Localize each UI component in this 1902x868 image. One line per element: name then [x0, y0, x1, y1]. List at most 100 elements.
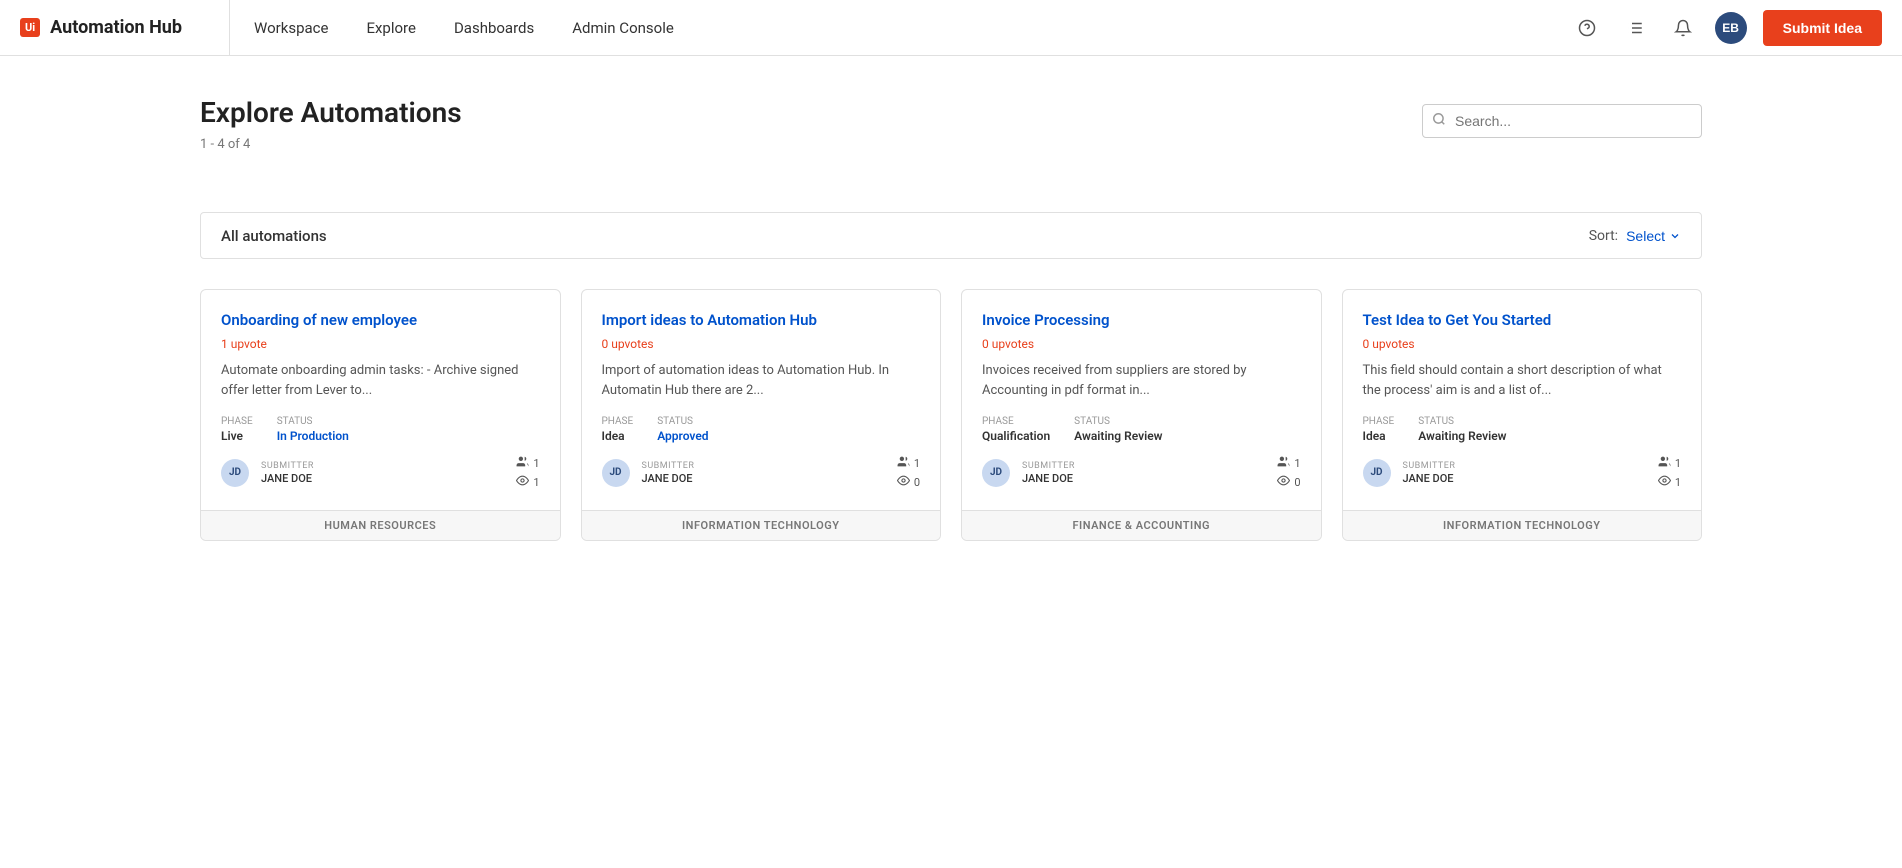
nav-dashboards[interactable]: Dashboards — [450, 19, 538, 37]
followers-icon — [516, 455, 529, 471]
views-count: 1 — [533, 476, 539, 489]
phase-label: Phase — [982, 416, 1050, 427]
card-status: Status In Production — [277, 416, 349, 443]
views-icon — [516, 474, 529, 490]
card-body: Onboarding of new employee 1 upvote Auto… — [201, 290, 560, 510]
submitter-info: SUBMITTER JANE DOE — [1403, 461, 1456, 485]
sort-select-button[interactable]: Select — [1626, 228, 1681, 244]
filter-label: All automations — [221, 227, 327, 245]
nav-admin-console[interactable]: Admin Console — [568, 19, 678, 37]
automation-card[interactable]: Test Idea to Get You Started 0 upvotes T… — [1342, 289, 1703, 541]
automation-card[interactable]: Import ideas to Automation Hub 0 upvotes… — [581, 289, 942, 541]
submitter-label: SUBMITTER — [261, 461, 314, 471]
notifications-button[interactable] — [1667, 12, 1699, 44]
main-nav: Workspace Explore Dashboards Admin Conso… — [230, 0, 1551, 55]
stat-group: 1 1 — [1658, 455, 1681, 490]
header-actions: EB Submit Idea — [1551, 10, 1902, 46]
card-title: Onboarding of new employee — [221, 310, 540, 331]
phase-value: Idea — [602, 429, 634, 443]
views-stat: 1 — [1658, 474, 1681, 490]
nav-explore[interactable]: Explore — [362, 19, 420, 37]
card-phase: Phase Idea — [1363, 416, 1395, 443]
followers-stat: 1 — [516, 455, 539, 471]
card-stats: JD SUBMITTER JANE DOE 1 — [1363, 455, 1682, 490]
submitter-name: JANE DOE — [642, 472, 695, 485]
views-stat: 0 — [897, 474, 920, 490]
automation-card[interactable]: Onboarding of new employee 1 upvote Auto… — [200, 289, 561, 541]
status-value: Awaiting Review — [1418, 429, 1506, 443]
submitter-label: SUBMITTER — [1403, 461, 1456, 471]
status-label: Status — [1418, 416, 1506, 427]
page-header-area: Explore Automations 1 - 4 of 4 — [200, 96, 1702, 182]
submitter-name: JANE DOE — [1403, 472, 1456, 485]
card-status: Status Awaiting Review — [1074, 416, 1162, 443]
card-category: FINANCE & ACCOUNTING — [962, 510, 1321, 540]
submitter-name: JANE DOE — [261, 472, 314, 485]
submitter-info: SUBMITTER JANE DOE — [642, 461, 695, 485]
followers-icon — [1658, 455, 1671, 471]
phase-label: Phase — [1363, 416, 1395, 427]
submitter-avatar: JD — [221, 459, 249, 487]
submitter-label: SUBMITTER — [1022, 461, 1075, 471]
card-upvotes: 1 upvote — [221, 337, 540, 351]
page-count: 1 - 4 of 4 — [200, 137, 250, 152]
followers-stat: 1 — [1277, 455, 1300, 471]
card-upvotes: 0 upvotes — [602, 337, 921, 351]
phase-label: Phase — [602, 416, 634, 427]
status-value: Awaiting Review — [1074, 429, 1162, 443]
phase-value: Idea — [1363, 429, 1395, 443]
sort-area: Sort: Select — [1549, 225, 1681, 246]
views-icon — [1277, 474, 1290, 490]
followers-icon — [897, 455, 910, 471]
card-upvotes: 0 upvotes — [982, 337, 1301, 351]
automation-card[interactable]: Invoice Processing 0 upvotes Invoices re… — [961, 289, 1322, 541]
submitter-label: SUBMITTER — [642, 461, 695, 471]
card-meta: Phase Qualification Status Awaiting Revi… — [982, 416, 1301, 443]
card-meta: Phase Idea Status Awaiting Review — [1363, 416, 1682, 443]
logo-area: Ui Automation Hub — [0, 0, 230, 55]
card-phase: Phase Live — [221, 416, 253, 443]
views-stat: 1 — [516, 474, 539, 490]
submitter-info: SUBMITTER JANE DOE — [1022, 461, 1075, 485]
views-count: 0 — [1294, 476, 1300, 489]
help-button[interactable] — [1571, 12, 1603, 44]
main-content: Explore Automations 1 - 4 of 4 All autom… — [0, 56, 1902, 868]
card-category: HUMAN RESOURCES — [201, 510, 560, 540]
status-label: Status — [277, 416, 349, 427]
phase-value: Qualification — [982, 429, 1050, 443]
views-icon — [897, 474, 910, 490]
card-description: Import of automation ideas to Automation… — [602, 361, 921, 400]
page-header: Explore Automations 1 - 4 of 4 — [200, 96, 462, 152]
filter-bar: All automations Sort: Select — [200, 212, 1702, 259]
submit-idea-button[interactable]: Submit Idea — [1763, 10, 1882, 46]
stat-group: 1 0 — [1277, 455, 1300, 490]
views-count: 1 — [1675, 476, 1681, 489]
card-stats: JD SUBMITTER JANE DOE 1 — [602, 455, 921, 490]
filter-icon — [1549, 225, 1565, 246]
search-input[interactable] — [1422, 104, 1702, 138]
card-category: INFORMATION TECHNOLOGY — [1343, 510, 1702, 540]
status-value: In Production — [277, 429, 349, 443]
card-body: Import ideas to Automation Hub 0 upvotes… — [582, 290, 941, 510]
status-label: Status — [657, 416, 708, 427]
card-body: Test Idea to Get You Started 0 upvotes T… — [1343, 290, 1702, 510]
card-title: Invoice Processing — [982, 310, 1301, 331]
nav-workspace[interactable]: Workspace — [250, 19, 332, 37]
search-icon — [1432, 112, 1446, 130]
phase-value: Live — [221, 429, 253, 443]
submitter-avatar: JD — [602, 459, 630, 487]
card-meta: Phase Live Status In Production — [221, 416, 540, 443]
views-stat: 0 — [1277, 474, 1300, 490]
submitter-avatar: JD — [1363, 459, 1391, 487]
user-avatar-button[interactable]: EB — [1715, 12, 1747, 44]
status-value: Approved — [657, 429, 708, 443]
stat-group: 1 0 — [897, 455, 920, 490]
submitter-avatar: JD — [982, 459, 1010, 487]
card-status: Status Approved — [657, 416, 708, 443]
logo-icon: Ui — [20, 18, 40, 37]
card-description: Automate onboarding admin tasks: - Archi… — [221, 361, 540, 400]
card-stats: JD SUBMITTER JANE DOE 1 — [982, 455, 1301, 490]
views-count: 0 — [914, 476, 920, 489]
tasks-button[interactable] — [1619, 12, 1651, 44]
page-title: Explore Automations — [200, 96, 462, 129]
